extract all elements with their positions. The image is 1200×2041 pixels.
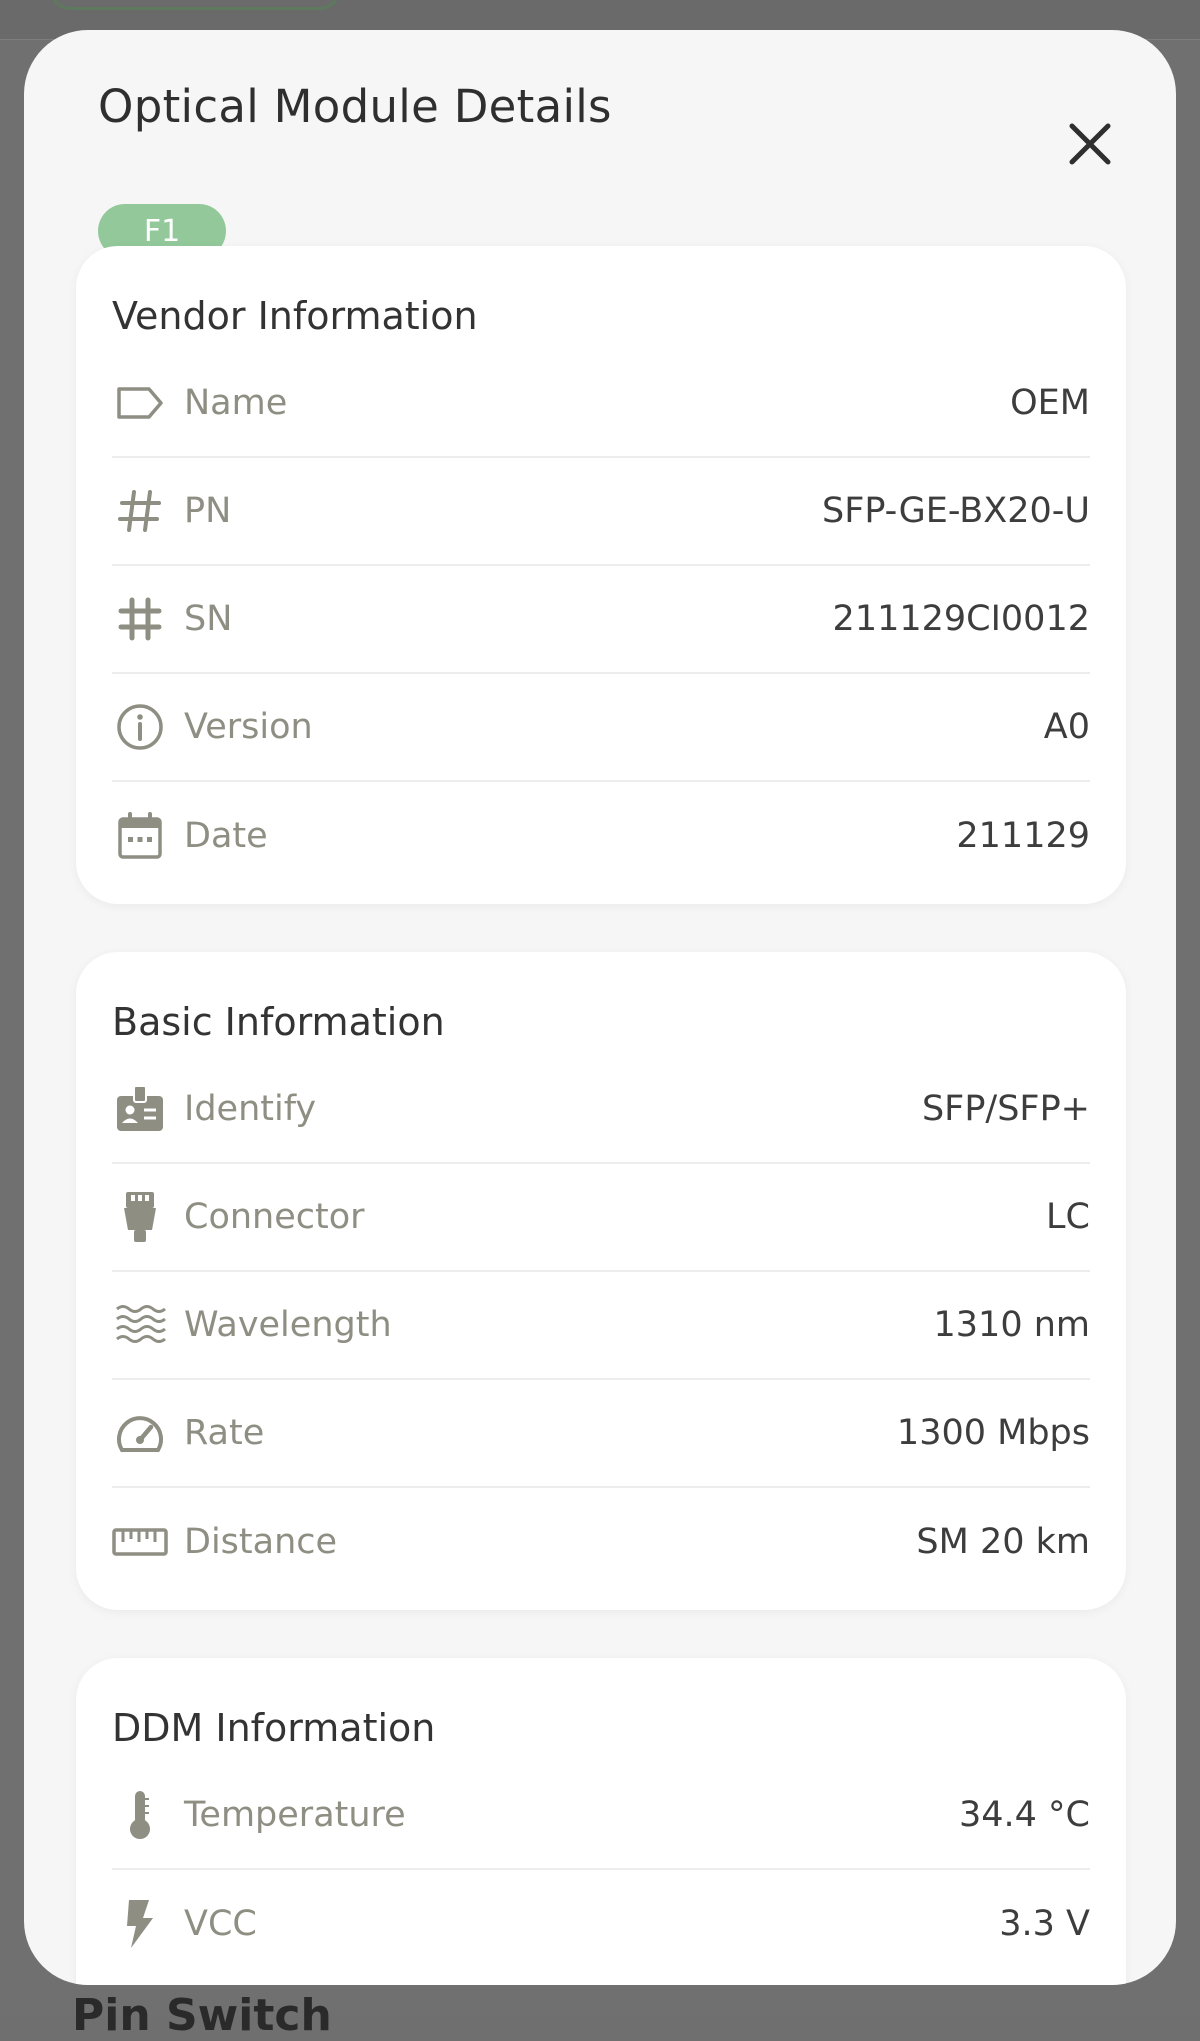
vendor-info-title: Vendor Information: [112, 294, 478, 338]
vendor-row-pn: PN SFP-GE-BX20-U: [112, 458, 1090, 566]
info-icon: [112, 699, 168, 755]
close-button[interactable]: [1060, 114, 1120, 174]
hash-icon: [112, 483, 168, 539]
sheet-title: Optical Module Details: [98, 80, 612, 133]
row-label: Version: [184, 707, 313, 747]
ddm-row-vcc: VCC 3.3 V: [112, 1870, 1090, 1978]
row-value: 34.4 °C: [959, 1795, 1090, 1835]
basic-row-identify: Identify SFP/SFP+: [112, 1056, 1090, 1164]
waves-icon: [112, 1297, 168, 1353]
basic-row-distance: Distance SM 20 km: [112, 1488, 1090, 1596]
row-label: VCC: [184, 1904, 257, 1944]
ddm-info-card: DDM Information Temperature 34.4 °C VCC …: [76, 1658, 1126, 1985]
row-label: SN: [184, 599, 233, 639]
sheet-header: Optical Module Details F1: [98, 80, 1116, 258]
thermometer-icon: [112, 1787, 168, 1843]
connector-icon: [112, 1189, 168, 1245]
basic-row-wavelength: Wavelength 1310 nm: [112, 1272, 1090, 1380]
row-label: Name: [184, 383, 288, 423]
row-value: 1300 Mbps: [896, 1413, 1090, 1453]
close-icon: [1069, 123, 1111, 165]
ruler-icon: [112, 1514, 168, 1570]
basic-info-title: Basic Information: [112, 1000, 445, 1044]
optical-module-sheet: Optical Module Details F1 Vendor Informa…: [24, 30, 1176, 1985]
basic-row-connector: Connector LC: [112, 1164, 1090, 1272]
row-label: Connector: [184, 1197, 365, 1237]
vendor-row-version: Version A0: [112, 674, 1090, 782]
row-value: A0: [1043, 707, 1090, 747]
ddm-info-title: DDM Information: [112, 1706, 436, 1750]
vendor-row-date: Date 211129: [112, 782, 1090, 890]
speedometer-icon: [112, 1405, 168, 1461]
row-value: SM 20 km: [916, 1522, 1090, 1562]
row-value: 211129CI0012: [832, 599, 1090, 639]
lightning-icon: [112, 1896, 168, 1952]
id-badge-icon: [112, 1081, 168, 1137]
row-value: SFP-GE-BX20-U: [822, 491, 1090, 531]
backdrop-pill: [50, 0, 340, 10]
basic-row-rate: Rate 1300 Mbps: [112, 1380, 1090, 1488]
row-label: Rate: [184, 1413, 265, 1453]
row-label: Wavelength: [184, 1305, 392, 1345]
row-value: 1310 nm: [933, 1305, 1090, 1345]
ddm-row-temperature: Temperature 34.4 °C: [112, 1762, 1090, 1870]
row-label: Temperature: [184, 1795, 406, 1835]
row-label: Date: [184, 816, 268, 856]
row-label: Distance: [184, 1522, 338, 1562]
hash-bold-icon: [112, 591, 168, 647]
row-value: SFP/SFP+: [921, 1089, 1090, 1129]
tag-icon: [112, 375, 168, 431]
vendor-row-name: Name OEM: [112, 350, 1090, 458]
vendor-info-card: Vendor Information Name OEM PN SFP-GE-BX…: [76, 246, 1126, 904]
basic-info-card: Basic Information Identify SFP/SFP+ Conn…: [76, 952, 1126, 1610]
row-value: 211129: [956, 816, 1090, 856]
row-value: LC: [1046, 1197, 1090, 1237]
vendor-row-sn: SN 211129CI0012: [112, 566, 1090, 674]
row-value: 3.3 V: [999, 1904, 1090, 1944]
row-value: OEM: [1010, 383, 1090, 423]
calendar-icon: [112, 808, 168, 864]
row-label: Identify: [184, 1089, 317, 1129]
row-label: PN: [184, 491, 232, 531]
